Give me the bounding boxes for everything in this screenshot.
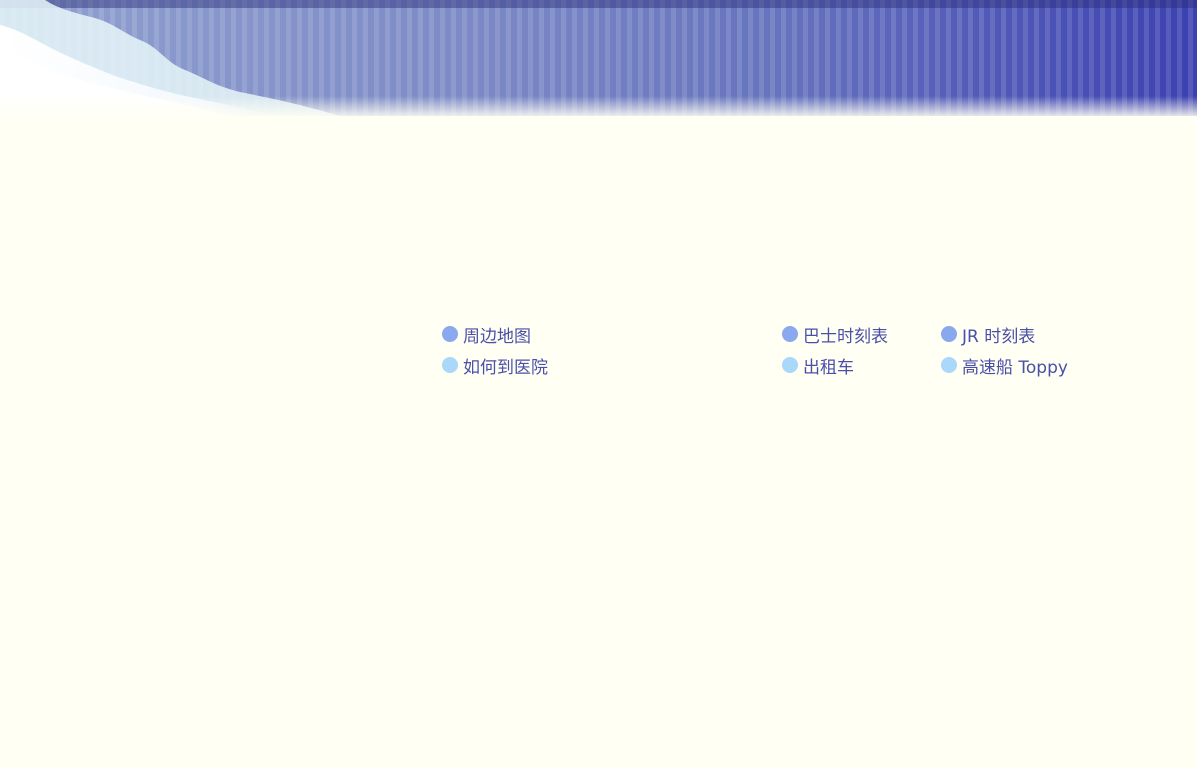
link-access-hospital[interactable]: 如何到医院 (442, 354, 548, 378)
link-jr-timetable[interactable]: JR 时刻表 (941, 323, 1036, 347)
circle-bullet-icon (941, 326, 957, 342)
circle-bullet-icon (442, 357, 458, 373)
link-ferry-toppy-label: 高速船 Toppy (962, 357, 1068, 378)
link-area-map[interactable]: 周边地图 (442, 323, 531, 347)
link-bus-timetable-label: 巴士时刻表 (803, 326, 888, 347)
link-jr-timetable-label: JR 时刻表 (962, 326, 1036, 347)
banner-bottom-glow (0, 96, 1197, 116)
circle-bullet-icon (941, 357, 957, 373)
link-taxi-label: 出租车 (803, 357, 854, 378)
circle-bullet-icon (782, 326, 798, 342)
link-ferry-toppy[interactable]: 高速船 Toppy (941, 354, 1068, 378)
link-bus-timetable[interactable]: 巴士时刻表 (782, 323, 888, 347)
circle-bullet-icon (442, 326, 458, 342)
link-taxi[interactable]: 出租车 (782, 354, 854, 378)
link-area-map-label: 周边地图 (463, 326, 531, 347)
circle-bullet-icon (782, 357, 798, 373)
header-banner (0, 0, 1197, 116)
link-access-hospital-label: 如何到医院 (463, 357, 548, 378)
